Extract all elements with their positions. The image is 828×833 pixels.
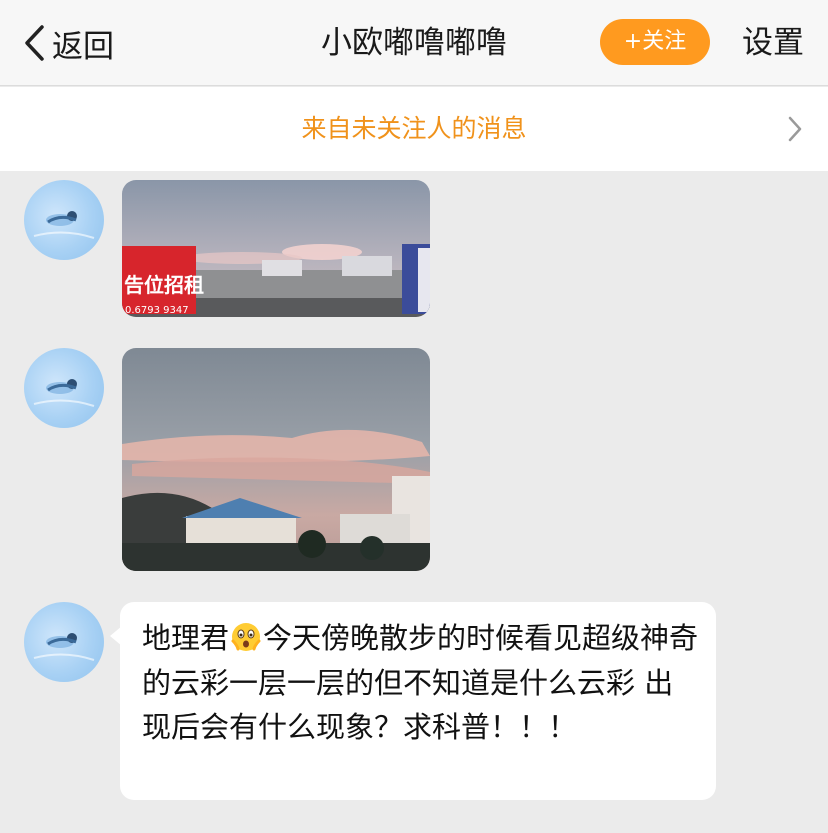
photo-street-evening-clouds: 告位招租 0.6793 9347: [122, 180, 430, 317]
message-text: 地理君 今天傍晚散步的时候看见超级神奇的云彩一层一层的但不知道是什么云彩 出现后…: [142, 616, 702, 750]
chevron-left-icon: [25, 25, 44, 61]
swimmer-avatar-icon: [33, 633, 95, 661]
banner-text: 来自未关注人的消息: [301, 114, 527, 143]
back-label: 返回: [52, 28, 114, 65]
message-photo[interactable]: [122, 348, 430, 571]
avatar[interactable]: [24, 348, 104, 428]
swimmer-avatar-icon: [33, 211, 95, 239]
avatar[interactable]: [24, 180, 104, 260]
message-bubble[interactable]: 地理君 今天傍晚散步的时候看见超级神奇的云彩一层一层的但不知道是什么云彩 出现后…: [110, 602, 716, 800]
avatar[interactable]: [24, 602, 104, 682]
scared-face-emoji-icon: [231, 623, 261, 651]
chevron-right-icon: [788, 116, 802, 142]
follow-button[interactable]: +关注: [600, 19, 710, 65]
message-photo[interactable]: 告位招租 0.6793 9347: [122, 180, 430, 317]
message-text-part: 地理君: [142, 621, 230, 655]
back-button[interactable]: 返回: [22, 20, 114, 66]
settings-button[interactable]: 设置: [742, 20, 804, 66]
swimmer-avatar-icon: [33, 379, 95, 407]
photo-lenticular-clouds-houses: [122, 348, 430, 571]
navigation-bar: 返回 小欧嘟噜嘟噜 +关注 设置: [0, 0, 828, 86]
sign-phone: 0.6793 9347: [125, 305, 189, 316]
non-followed-notice-banner[interactable]: 来自未关注人的消息: [0, 87, 828, 171]
sign-text: 告位招租: [124, 273, 204, 297]
